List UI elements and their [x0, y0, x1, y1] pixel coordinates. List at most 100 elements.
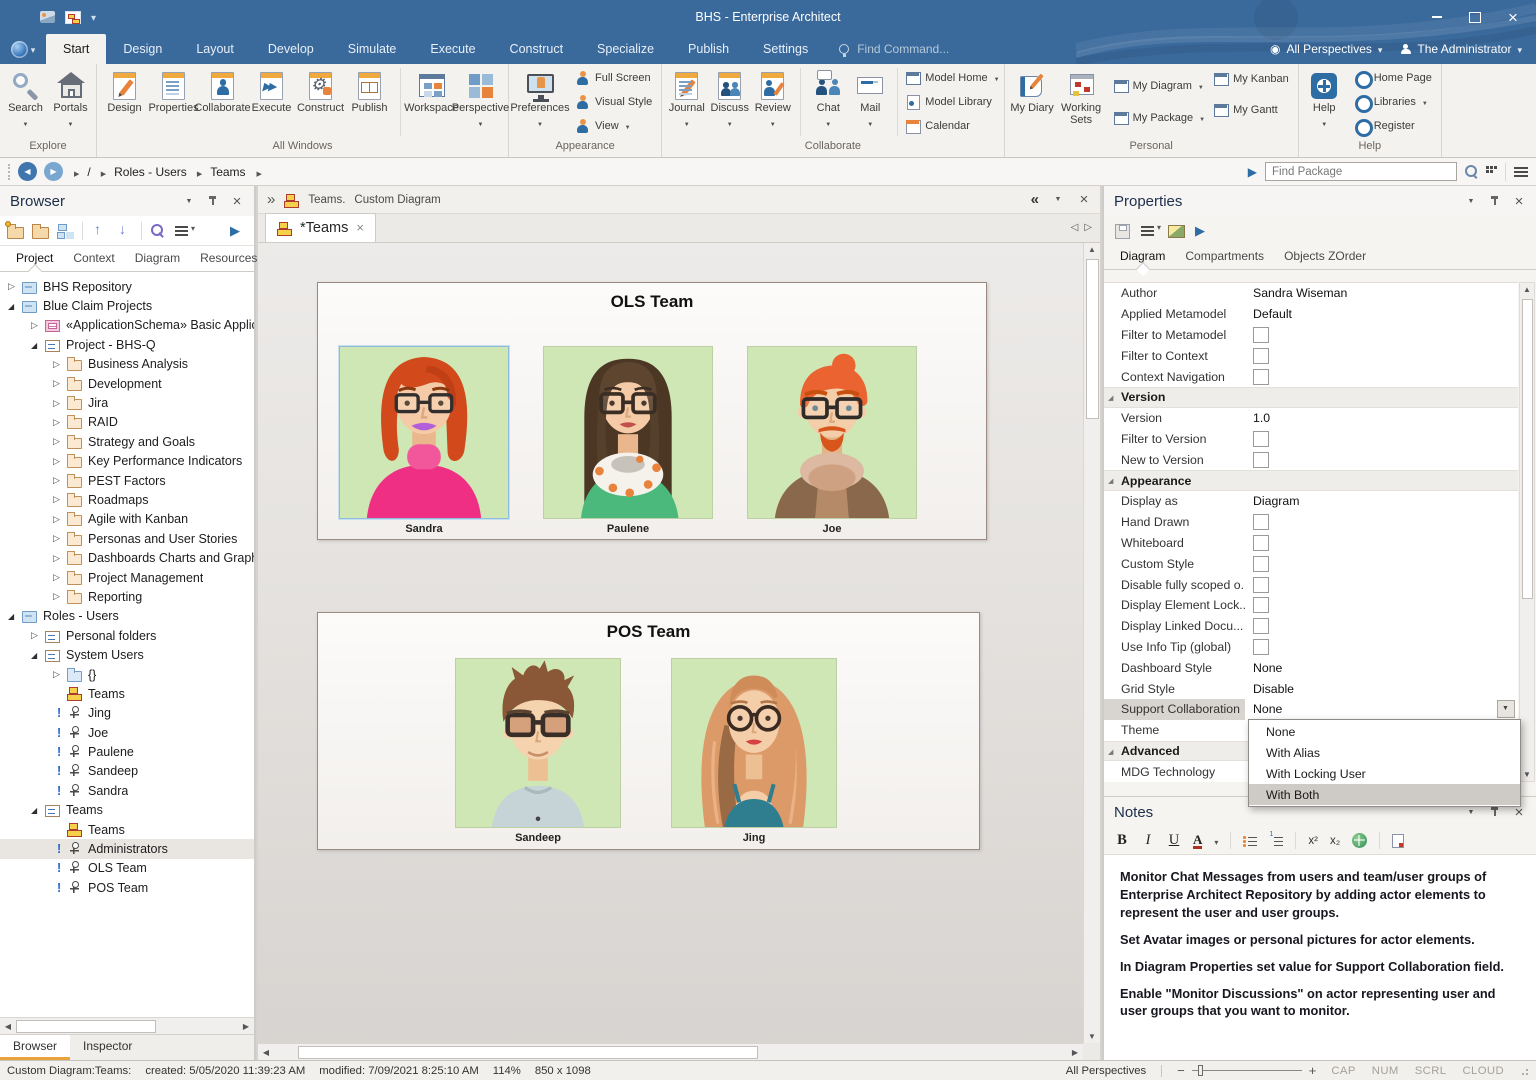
- ribbon-tab[interactable]: Simulate: [331, 34, 414, 64]
- ribbon-button[interactable]: Help: [1302, 66, 1347, 140]
- tree-item[interactable]: Key Performance Indicators: [0, 452, 254, 471]
- tree-item[interactable]: Dashboards Charts and Graph: [0, 548, 254, 567]
- ribbon-small-button[interactable]: Home Page: [1354, 67, 1437, 88]
- expand-icon[interactable]: [31, 650, 45, 660]
- pos-team-boundary[interactable]: POS Team: [317, 612, 980, 850]
- scrollbar-thumb[interactable]: [1086, 259, 1099, 419]
- expand-icon[interactable]: [53, 861, 67, 875]
- expand-icon[interactable]: [53, 378, 67, 389]
- browser-hscrollbar[interactable]: ◀ ▶: [0, 1017, 254, 1034]
- ribbon-button[interactable]: Portals: [48, 66, 93, 140]
- property-row[interactable]: Applied Metamodel Default: [1104, 304, 1518, 325]
- ribbon-small-button[interactable]: Libraries: [1354, 92, 1437, 113]
- tree-item[interactable]: Business Analysis: [0, 355, 254, 374]
- tree-item[interactable]: BHS Repository: [0, 277, 254, 296]
- ribbon-button[interactable]: My Diary: [1008, 66, 1057, 140]
- diagram-canvas[interactable]: OLS Team: [258, 243, 1100, 1060]
- ribbon-tab[interactable]: Publish: [671, 34, 746, 64]
- expand-icon[interactable]: [53, 398, 67, 409]
- browser-tab[interactable]: Project: [6, 246, 63, 271]
- status-perspectives[interactable]: All Perspectives: [1066, 1065, 1146, 1077]
- scroll-right-icon[interactable]: ▶: [1067, 1048, 1083, 1057]
- scroll-left-icon[interactable]: ◀: [0, 1022, 16, 1031]
- scrollbar-thumb[interactable]: [298, 1046, 758, 1059]
- avatar-sandeep[interactable]: [455, 658, 621, 828]
- ribbon-small-button[interactable]: My Package: [1113, 108, 1205, 129]
- tree-item[interactable]: RAID: [0, 413, 254, 432]
- property-value[interactable]: None: [1245, 661, 1518, 675]
- image-manager-icon[interactable]: [40, 11, 55, 23]
- ribbon-button[interactable]: Collaborate: [198, 66, 247, 140]
- property-value[interactable]: [1245, 639, 1518, 655]
- hyperlink-icon[interactable]: [1352, 833, 1367, 848]
- tree-item[interactable]: «ApplicationSchema» Basic Applic: [0, 316, 254, 335]
- scroll-up-icon[interactable]: ▲: [1520, 285, 1534, 294]
- options-menu-icon[interactable]: [1141, 223, 1157, 238]
- breadcrumb-item[interactable]: Teams: [193, 165, 250, 179]
- property-row[interactable]: Dashboard Style None: [1104, 657, 1518, 678]
- property-row[interactable]: Appearance: [1104, 470, 1518, 491]
- property-row[interactable]: Filter to Metamodel: [1104, 325, 1518, 346]
- actor-jing[interactable]: Jing: [671, 658, 837, 844]
- ribbon-button[interactable]: Discuss: [708, 66, 751, 140]
- tree-item[interactable]: Agile with Kanban: [0, 510, 254, 529]
- ribbon-small-button[interactable]: Visual Style: [575, 92, 657, 113]
- status-toggle[interactable]: CLOUD: [1462, 1065, 1504, 1077]
- tree-item[interactable]: Strategy and Goals: [0, 432, 254, 451]
- search-icon[interactable]: [1465, 165, 1478, 178]
- resize-grip[interactable]: [1519, 1066, 1529, 1076]
- expand-icon[interactable]: [53, 359, 67, 370]
- property-row[interactable]: Support Collaboration None: [1104, 699, 1518, 720]
- new-package-icon[interactable]: [7, 223, 24, 238]
- browser-tab[interactable]: Resources: [190, 246, 267, 271]
- property-row[interactable]: Disable fully scoped o...: [1104, 574, 1518, 595]
- avatar-sandra[interactable]: [339, 346, 509, 519]
- property-row[interactable]: Display as Diagram: [1104, 491, 1518, 512]
- property-row[interactable]: New to Version: [1104, 449, 1518, 470]
- panel-menu-icon[interactable]: [1051, 193, 1065, 207]
- ribbon-small-button[interactable]: My Gantt: [1213, 99, 1294, 120]
- tree-item[interactable]: Sandeep: [0, 762, 254, 781]
- app-logo-button[interactable]: [0, 34, 46, 64]
- property-row[interactable]: Whiteboard: [1104, 533, 1518, 554]
- expand-icon[interactable]: [53, 436, 67, 447]
- close-button[interactable]: [1496, 4, 1530, 30]
- expand-panel-icon[interactable]: [267, 191, 275, 208]
- close-icon[interactable]: [1512, 805, 1526, 819]
- tree-item[interactable]: Jira: [0, 393, 254, 412]
- ribbon-button[interactable]: Chat: [807, 66, 849, 140]
- focus-icon[interactable]: [230, 223, 247, 238]
- ribbon-button[interactable]: Execute: [247, 66, 296, 140]
- expand-icon[interactable]: [31, 630, 45, 641]
- expand-icon[interactable]: [53, 553, 67, 564]
- ribbon-small-button[interactable]: Register: [1354, 116, 1437, 137]
- browser-tab[interactable]: Context: [63, 246, 124, 271]
- scroll-down-icon[interactable]: ▼: [1520, 770, 1534, 779]
- ribbon-button[interactable]: Workspace: [407, 66, 456, 140]
- tree-item[interactable]: Blue Claim Projects: [0, 296, 254, 315]
- pin-icon[interactable]: [1488, 805, 1502, 819]
- avatar-joe[interactable]: [747, 346, 917, 519]
- property-value[interactable]: [1245, 452, 1518, 468]
- ribbon-tab[interactable]: Develop: [251, 34, 331, 64]
- forward-button[interactable]: [44, 162, 63, 181]
- document-icon[interactable]: [1392, 834, 1404, 848]
- property-value[interactable]: [1245, 327, 1518, 343]
- actor-sandeep[interactable]: Sandeep: [455, 658, 621, 844]
- expand-icon[interactable]: [31, 340, 45, 350]
- property-row[interactable]: Filter to Version: [1104, 429, 1518, 450]
- minimize-button[interactable]: [1420, 4, 1454, 30]
- property-value[interactable]: None: [1245, 702, 1518, 716]
- property-value[interactable]: 1.0: [1245, 411, 1518, 425]
- status-toggle[interactable]: NUM: [1372, 1065, 1399, 1077]
- superscript-button[interactable]: x²: [1308, 835, 1318, 847]
- property-row[interactable]: Display Element Lock...: [1104, 595, 1518, 616]
- property-row[interactable]: Hand Drawn: [1104, 512, 1518, 533]
- expand-icon[interactable]: [31, 805, 45, 815]
- properties-vscrollbar[interactable]: ▲ ▼: [1519, 282, 1535, 782]
- close-icon[interactable]: [1512, 194, 1526, 208]
- dropdown-option[interactable]: With Locking User: [1249, 763, 1520, 784]
- property-value[interactable]: Diagram: [1245, 494, 1518, 508]
- move-down-icon[interactable]: [116, 223, 133, 238]
- tree-item[interactable]: Teams: [0, 820, 254, 839]
